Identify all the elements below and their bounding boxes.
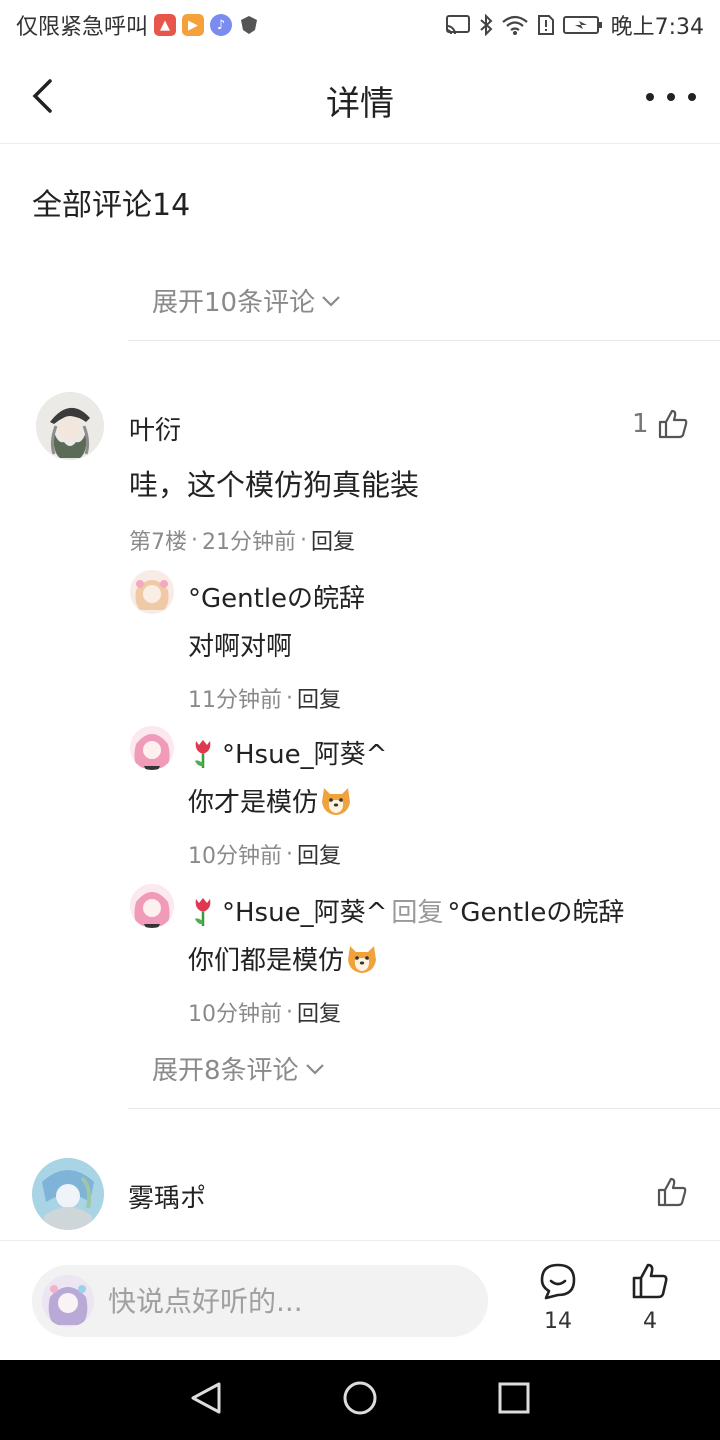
chevron-down-icon [322, 295, 340, 307]
avatar[interactable] [130, 570, 174, 614]
meta-separator: · [191, 527, 198, 553]
reply-text-row: 你才是模仿 [188, 782, 352, 819]
comment-count: 14 [544, 1309, 572, 1334]
reply-button[interactable]: 回复 [297, 996, 341, 1028]
comment-input-wrapper[interactable] [32, 1265, 488, 1337]
status-bar: 仅限紧急呼叫 ▲ ▶ ♪ 晚上7:34 [0, 0, 720, 50]
comment-text: 哇，这个模仿狗真能装 [129, 468, 420, 502]
game-app-icon [238, 14, 260, 36]
comment-username[interactable]: 雾瑀ポ [128, 1178, 206, 1215]
triangle-back-icon [191, 1382, 221, 1414]
avatar[interactable] [130, 884, 174, 928]
reply-text: 对啊对啊 [188, 632, 293, 662]
dog-emoji-icon [322, 787, 351, 815]
reply-username-row: °Hsue_阿葵^ [188, 734, 387, 771]
app-notification-icon: ▲ [154, 14, 177, 36]
reply-meta: 10分钟前 · 回复 [188, 838, 341, 870]
like-count: 1 [632, 409, 649, 439]
thumbs-up-icon [658, 409, 687, 439]
avatar[interactable] [32, 1158, 104, 1230]
divider [128, 340, 720, 341]
video-app-icon: ▶ [182, 14, 205, 36]
tulip-icon [195, 739, 211, 768]
comment-username[interactable]: 叶衍 [129, 410, 181, 447]
reply-button[interactable]: 回复 [297, 682, 341, 714]
bottom-comment-bar: 14 4 [0, 1240, 720, 1360]
more-dot-icon [688, 93, 696, 101]
thumbs-up-icon [632, 1263, 668, 1299]
divider [128, 1108, 720, 1109]
top-nav-bar: 详情 [0, 50, 720, 144]
avatar-image [130, 884, 174, 928]
comment-bubble-icon [540, 1263, 576, 1300]
all-comments-title: 全部评论14 [32, 188, 191, 223]
avatar[interactable] [130, 726, 174, 770]
circle-home-icon [343, 1381, 377, 1415]
clock: 晚上7:34 [610, 15, 704, 40]
my-avatar [42, 1275, 94, 1327]
reply-to-word: 回复 [391, 898, 444, 928]
reply-meta: 10分钟前 · 回复 [188, 996, 341, 1028]
meta-separator: · [300, 527, 307, 553]
floor-number: 第7楼 [129, 530, 187, 555]
meta-separator: · [286, 999, 293, 1025]
avatar-image [130, 726, 174, 770]
chevron-down-icon [305, 1063, 324, 1075]
thumbs-up-icon [657, 1177, 687, 1207]
nav-back-button[interactable] [189, 1380, 223, 1420]
reply-time: 11分钟前 [188, 688, 282, 713]
bluetooth-icon [479, 14, 493, 36]
expand-comments-link[interactable]: 展开10条评论 [152, 282, 341, 319]
comment-like-button[interactable]: 1 [632, 408, 689, 440]
reply-time: 10分钟前 [188, 1002, 282, 1027]
expand-label: 展开8条评论 [152, 1056, 299, 1086]
avatar-image [42, 1275, 94, 1327]
reply-text: 你才是模仿 [188, 788, 319, 818]
reply-meta: 11分钟前 · 回复 [188, 682, 341, 714]
reply-time: 10分钟前 [188, 844, 282, 869]
meta-separator: · [286, 685, 293, 711]
dog-emoji-icon [348, 945, 377, 973]
more-dot-icon [646, 93, 654, 101]
reply-button[interactable]: 回复 [311, 524, 355, 556]
sim-alert-icon [537, 14, 555, 36]
meta-separator: · [286, 841, 293, 867]
reply-text: 你们都是模仿 [188, 946, 345, 976]
reply-username[interactable]: °Hsue_阿葵^ [222, 734, 387, 771]
reply-username[interactable]: °Hsue_阿葵^ [222, 892, 387, 929]
reply-text-row: 你们都是模仿 [188, 940, 378, 977]
comment-input[interactable] [108, 1284, 468, 1318]
more-dot-icon [667, 93, 675, 101]
comment-like-button[interactable] [656, 1176, 688, 1208]
comments-button[interactable]: 14 [528, 1261, 588, 1334]
nav-recents-button[interactable] [497, 1381, 531, 1419]
page-title: 详情 [326, 84, 394, 124]
reply-username[interactable]: °Gentleの皖辞 [188, 578, 365, 615]
battery-charging-icon [562, 14, 603, 36]
more-options-button[interactable] [646, 80, 696, 114]
tulip-icon [195, 897, 211, 926]
square-recents-icon [498, 1382, 530, 1414]
reply-to-username[interactable]: °Gentleの皖辞 [447, 892, 624, 929]
wifi-icon [501, 14, 529, 36]
comment-meta: 第7楼 · 21分钟前 · 回复 [129, 524, 355, 556]
system-navigation-bar [0, 1360, 720, 1440]
reply-username-row: °Hsue_阿葵^ 回复 °Gentleの皖辞 [188, 892, 624, 929]
expand-replies-link[interactable]: 展开8条评论 [152, 1050, 325, 1087]
comment-time: 21分钟前 [202, 530, 296, 555]
reply-button[interactable]: 回复 [297, 838, 341, 870]
avatar[interactable] [36, 392, 104, 460]
cast-icon [445, 14, 471, 36]
expand-label: 展开10条评论 [152, 288, 316, 318]
avatar-image [36, 392, 104, 460]
carrier-text: 仅限紧急呼叫 [16, 15, 149, 40]
music-app-icon: ♪ [210, 14, 233, 36]
nav-home-button[interactable] [342, 1380, 378, 1420]
like-button[interactable]: 4 [620, 1261, 680, 1334]
avatar-image [130, 570, 174, 614]
avatar-image [32, 1158, 104, 1230]
like-count: 4 [643, 1309, 657, 1334]
